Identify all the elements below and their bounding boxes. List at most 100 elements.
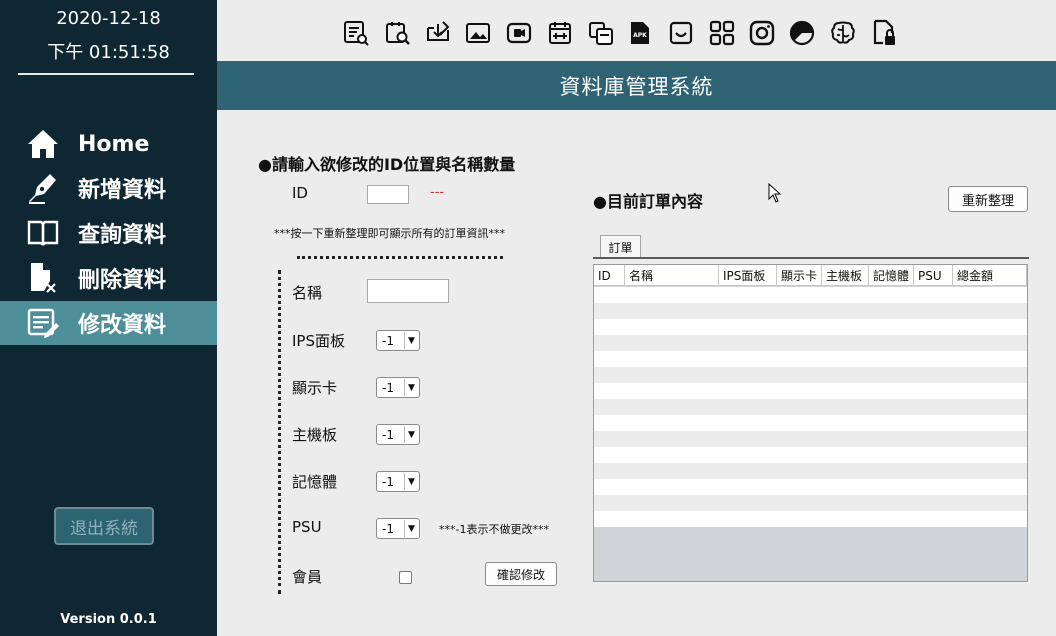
- image-icon[interactable]: [464, 18, 492, 48]
- inbox-icon[interactable]: [667, 18, 695, 48]
- orders-table[interactable]: ID 名稱 IPS面板 顯示卡 主機板 記憶體 PSU 總金額: [593, 264, 1028, 582]
- dropdown-arrow-icon: ▼: [404, 473, 418, 490]
- id-status-text: ---: [430, 185, 445, 200]
- dotted-divider-horizontal: [297, 256, 503, 259]
- delete-file-icon: [26, 261, 66, 295]
- selected-value: -1: [382, 380, 394, 395]
- list-search-icon[interactable]: [342, 18, 370, 48]
- table-row[interactable]: [594, 495, 1027, 511]
- sidebar-item-label: 刪除資料: [78, 268, 167, 293]
- column-header-psu[interactable]: PSU: [914, 265, 953, 286]
- memory-select[interactable]: -1 ▼: [376, 471, 420, 492]
- instagram-icon[interactable]: [748, 18, 776, 48]
- member-checkbox[interactable]: [399, 571, 412, 584]
- table-body: [594, 287, 1027, 527]
- sidebar-item-home[interactable]: Home: [0, 122, 217, 166]
- tab-orders[interactable]: 訂單: [600, 235, 641, 258]
- ips-panel-select[interactable]: -1 ▼: [376, 330, 420, 351]
- sidebar-item-delete[interactable]: 刪除資料: [0, 256, 217, 300]
- camera-icon[interactable]: [505, 18, 533, 48]
- table-row[interactable]: [594, 319, 1027, 335]
- column-header-ips[interactable]: IPS面板: [719, 265, 777, 286]
- pie-chart-icon[interactable]: [788, 18, 816, 48]
- table-row[interactable]: [594, 367, 1027, 383]
- brain-icon[interactable]: [829, 18, 857, 48]
- file-lock-icon[interactable]: [870, 18, 898, 48]
- name-label: 名稱: [292, 284, 323, 302]
- dropdown-arrow-icon: ▼: [404, 379, 418, 396]
- column-header-name[interactable]: 名稱: [625, 265, 719, 286]
- selected-value: -1: [382, 474, 394, 489]
- ips-panel-label: IPS面板: [292, 332, 345, 350]
- sidebar-item-query[interactable]: 查詢資料: [0, 211, 217, 255]
- exit-system-button[interactable]: 退出系統: [54, 507, 154, 545]
- confirm-modify-button[interactable]: 確認修改: [485, 562, 557, 586]
- calendar-icon[interactable]: [546, 18, 574, 48]
- page-title: 資料庫管理系統: [559, 74, 714, 99]
- id-input[interactable]: [367, 185, 409, 204]
- dropdown-arrow-icon: ▼: [404, 426, 418, 443]
- psu-select[interactable]: -1 ▼: [376, 518, 420, 539]
- table-row[interactable]: [594, 287, 1027, 303]
- dropdown-arrow-icon: ▼: [404, 332, 418, 349]
- dotted-divider-vertical: [278, 270, 281, 594]
- psu-label: PSU: [292, 518, 322, 536]
- table-row[interactable]: [594, 415, 1027, 431]
- apk-file-icon[interactable]: APK: [626, 18, 654, 48]
- table-row[interactable]: [594, 463, 1027, 479]
- column-header-motherboard[interactable]: 主機板: [822, 265, 869, 286]
- tab-label: 訂單: [608, 240, 633, 255]
- column-header-gpu[interactable]: 顯示卡: [777, 265, 822, 286]
- copy-icon[interactable]: [587, 18, 615, 48]
- selected-value: -1: [382, 521, 394, 536]
- table-row[interactable]: [594, 447, 1027, 463]
- page-header: 資料庫管理系統: [217, 61, 1056, 110]
- table-row[interactable]: [594, 431, 1027, 447]
- version-label: Version 0.0.1: [60, 612, 157, 627]
- pen-nib-icon: [26, 171, 66, 205]
- graphics-card-label: 顯示卡: [292, 379, 338, 397]
- chart-search-icon[interactable]: [384, 18, 412, 48]
- column-header-total[interactable]: 總金額: [953, 265, 1027, 286]
- table-row[interactable]: [594, 335, 1027, 351]
- table-row[interactable]: [594, 351, 1027, 367]
- member-label: 會員: [292, 568, 323, 586]
- dropdown-arrow-icon: ▼: [404, 520, 418, 537]
- tab-underline: [593, 257, 1029, 259]
- sidebar-item-label: Home: [78, 131, 150, 157]
- selected-value: -1: [382, 427, 394, 442]
- grid-icon[interactable]: [708, 18, 736, 48]
- sidebar-item-label: 查詢資料: [78, 223, 167, 248]
- refresh-button[interactable]: 重新整理: [948, 186, 1028, 212]
- sidebar-divider: [18, 73, 194, 75]
- table-row[interactable]: [594, 511, 1027, 527]
- home-icon: [26, 127, 66, 161]
- motherboard-select[interactable]: -1 ▼: [376, 424, 420, 445]
- motherboard-label: 主機板: [292, 426, 338, 444]
- name-input[interactable]: [367, 279, 449, 303]
- sidebar-item-add[interactable]: 新增資料: [0, 166, 217, 210]
- id-label: ID: [292, 184, 308, 202]
- edit-download-icon[interactable]: [424, 18, 452, 48]
- table-row[interactable]: [594, 303, 1027, 319]
- sidebar-item-modify[interactable]: 修改資料: [0, 301, 217, 345]
- current-date: 2020-12-18: [56, 8, 161, 29]
- column-header-id[interactable]: ID: [594, 265, 625, 286]
- toolbar: APK: [217, 0, 1056, 61]
- no-change-note: ***-1表示不做更改***: [439, 523, 549, 536]
- graphics-card-select[interactable]: -1 ▼: [376, 377, 420, 398]
- open-book-icon: [26, 216, 66, 250]
- orders-section-title: ●目前訂單內容: [593, 192, 703, 211]
- sidebar-item-label: 修改資料: [78, 313, 167, 338]
- sidebar-item-label: 新增資料: [78, 178, 167, 203]
- edit-list-icon: [26, 306, 66, 340]
- svg-text:APK: APK: [633, 32, 647, 39]
- memory-label: 記憶體: [292, 473, 338, 491]
- table-row[interactable]: [594, 383, 1027, 399]
- table-row[interactable]: [594, 479, 1027, 495]
- table-header: ID 名稱 IPS面板 顯示卡 主機板 記憶體 PSU 總金額: [594, 265, 1027, 286]
- table-row[interactable]: [594, 399, 1027, 415]
- refresh-hint: ***按一下重新整理即可顯示所有的訂單資訊***: [274, 227, 505, 240]
- sidebar: 2020-12-18 下午 01:51:58 Home 新增資料 查詢資料 刪除…: [0, 0, 217, 636]
- column-header-memory[interactable]: 記憶體: [869, 265, 914, 286]
